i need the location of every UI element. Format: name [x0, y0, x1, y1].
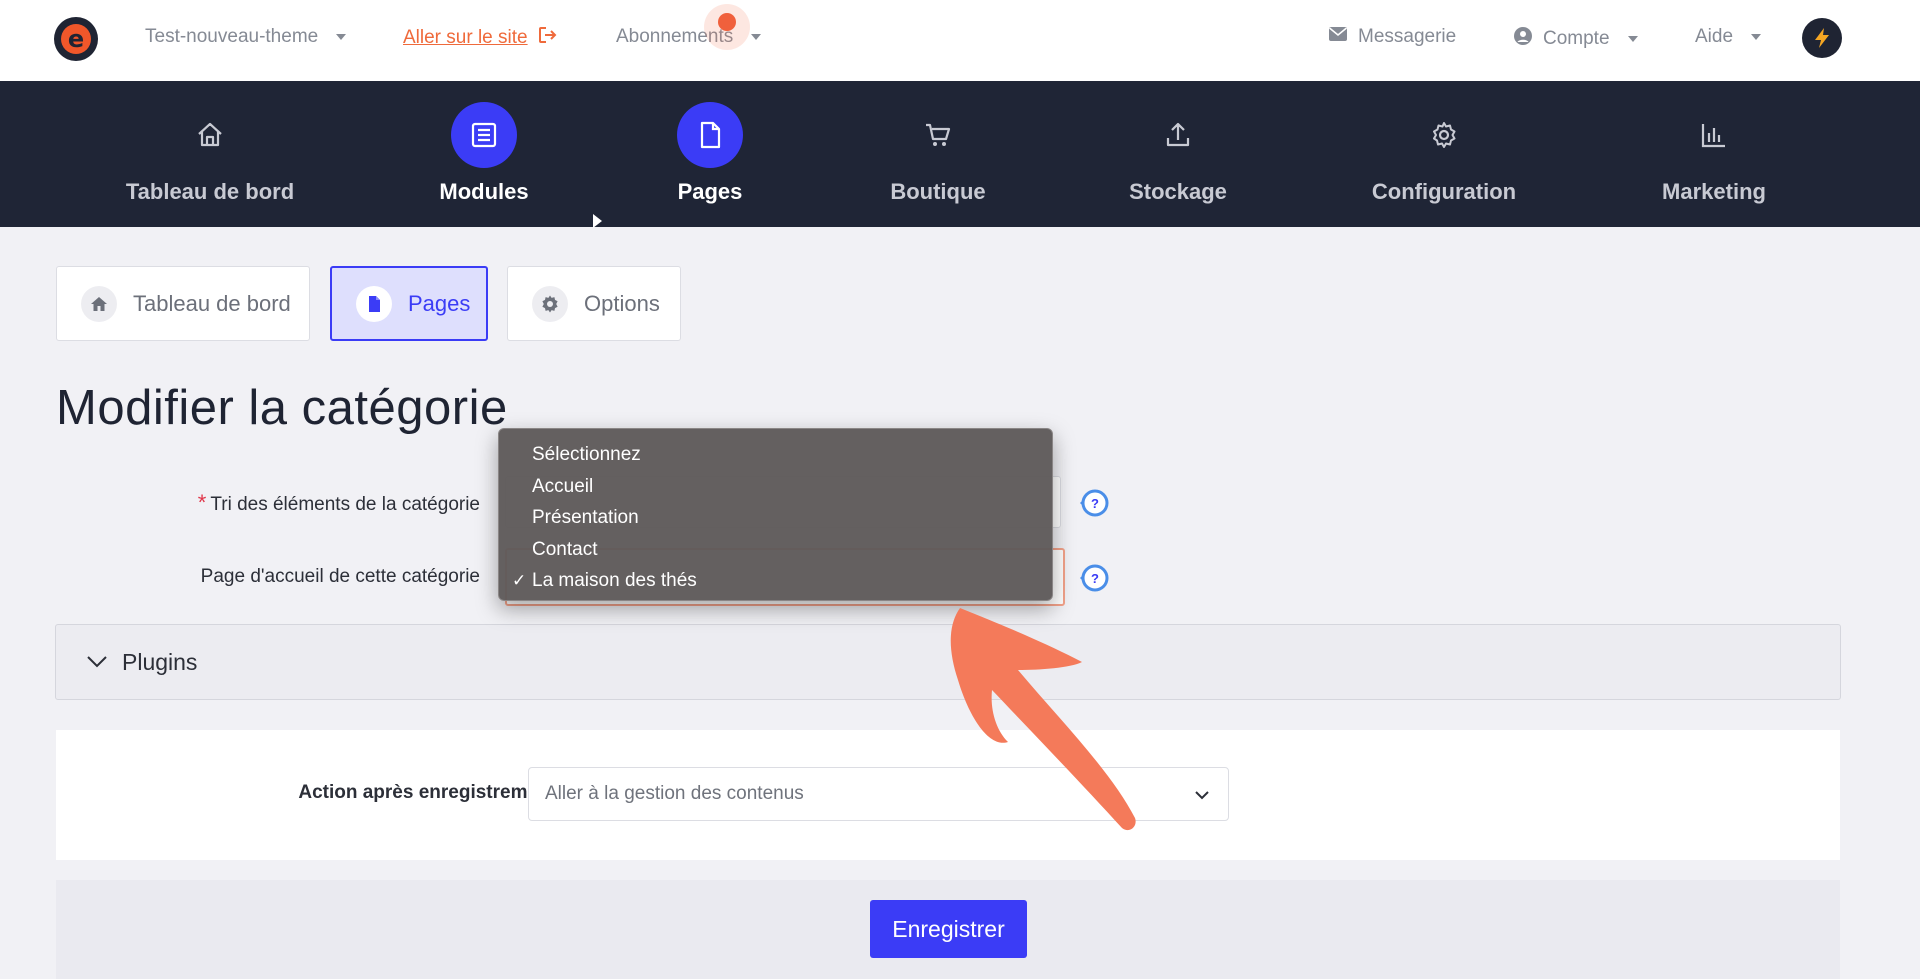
- svg-text:?: ?: [1091, 496, 1099, 511]
- help-icon[interactable]: ?: [1078, 487, 1110, 519]
- account-menu[interactable]: Compte: [1513, 26, 1638, 52]
- help-menu[interactable]: Aide: [1695, 26, 1762, 48]
- page-title: Modifier la catégorie: [56, 381, 508, 435]
- gear-icon: [532, 285, 568, 322]
- option-label: La maison des thés: [532, 570, 697, 591]
- main-navigation: Tableau de bord Modules Pages Boutique S…: [0, 81, 1920, 228]
- nav-shop[interactable]: Boutique: [818, 81, 1058, 227]
- subtab-label: Options: [584, 290, 660, 316]
- nav-label: Marketing: [1662, 179, 1766, 204]
- messaging-label: Messagerie: [1358, 26, 1457, 47]
- chevron-down-icon: [87, 656, 107, 668]
- help-icon[interactable]: ?: [1078, 562, 1110, 594]
- nav-label: Configuration: [1371, 179, 1517, 204]
- lightning-icon[interactable]: [1802, 18, 1842, 58]
- site-name: Test-nouveau-theme: [145, 26, 319, 47]
- upload-icon: [1166, 122, 1190, 147]
- app-logo[interactable]: e: [54, 17, 98, 61]
- dropdown-option-selected[interactable]: ✓ La maison des thés: [499, 565, 1052, 597]
- go-to-site-link[interactable]: Aller sur le site: [403, 26, 558, 50]
- list-icon: [471, 122, 497, 148]
- nav-modules[interactable]: Modules: [364, 81, 604, 227]
- required-marker: *: [197, 490, 207, 515]
- envelope-icon: [1328, 26, 1348, 48]
- nav-label: Modules: [439, 179, 529, 204]
- top-bar: e Test-nouveau-theme Aller sur le site A…: [0, 0, 1920, 81]
- subtab-pages[interactable]: Pages: [330, 266, 488, 341]
- nav-storage[interactable]: Stockage: [1058, 81, 1298, 227]
- file-icon: [356, 285, 392, 322]
- subtab-label: Tableau de bord: [133, 290, 291, 316]
- external-link-icon: [538, 26, 558, 50]
- option-label: Contact: [532, 538, 598, 560]
- user-icon: [1513, 26, 1533, 52]
- plugins-accordion[interactable]: Plugins: [55, 624, 1841, 700]
- option-label: Sélectionnez: [532, 444, 641, 465]
- dropdown-option[interactable]: Contact: [499, 534, 1052, 566]
- home-page-field-label: Page d'accueil de cette catégorie: [200, 566, 480, 587]
- gear-icon: [1433, 122, 1456, 148]
- chevron-down-icon: [336, 34, 347, 40]
- help-label: Aide: [1695, 26, 1734, 47]
- nav-pages[interactable]: Pages: [590, 81, 830, 227]
- dropdown-option[interactable]: Sélectionnez: [499, 439, 1052, 471]
- after-save-select[interactable]: Aller à la gestion des contenus: [528, 767, 1229, 821]
- after-save-label: Action après enregistrement: [298, 782, 556, 803]
- after-save-panel: Action après enregistrement Aller à la g…: [56, 730, 1840, 860]
- bar-chart-icon: [1701, 124, 1725, 148]
- checkmark-icon: ✓: [512, 571, 527, 590]
- chevron-down-icon: [1751, 34, 1762, 40]
- sort-field-label: * Tri des éléments de la catégorie: [150, 490, 480, 516]
- plugins-label: Plugins: [122, 648, 198, 675]
- home-icon: [198, 122, 222, 147]
- cursor-indicator-icon: [704, 4, 750, 50]
- chevron-down-icon: [1195, 791, 1209, 800]
- dropdown-option[interactable]: Présentation: [499, 502, 1052, 534]
- home-icon: [81, 285, 117, 322]
- nav-label: Boutique: [890, 179, 986, 204]
- after-save-value: Aller à la gestion des contenus: [545, 783, 804, 804]
- save-button[interactable]: Enregistrer: [870, 900, 1027, 958]
- go-to-site-text: Aller sur le site: [403, 27, 528, 48]
- option-label: Présentation: [532, 507, 639, 528]
- logo-e-icon: e: [67, 25, 85, 53]
- subtab-label: Pages: [408, 290, 471, 316]
- home-page-dropdown: Sélectionnez Accueil Présentation Contac…: [498, 428, 1053, 601]
- nav-label: Pages: [677, 179, 743, 204]
- account-label: Compte: [1543, 28, 1610, 49]
- messaging-link[interactable]: Messagerie: [1328, 26, 1456, 48]
- nav-configuration[interactable]: Configuration: [1324, 81, 1564, 227]
- cart-icon: [926, 123, 951, 146]
- nav-marketing[interactable]: Marketing: [1594, 81, 1834, 227]
- chevron-down-icon: [1627, 36, 1638, 42]
- file-icon: [700, 121, 721, 149]
- nav-label: Stockage: [1129, 179, 1227, 204]
- subtab-options[interactable]: Options: [507, 266, 681, 341]
- sort-label-text: Tri des éléments de la catégorie: [210, 494, 480, 515]
- site-selector[interactable]: Test-nouveau-theme: [145, 26, 347, 48]
- option-label: Accueil: [532, 475, 594, 497]
- nav-dashboard[interactable]: Tableau de bord: [90, 81, 330, 227]
- svg-text:?: ?: [1091, 571, 1099, 586]
- chevron-down-icon: [751, 34, 762, 40]
- nav-label: Tableau de bord: [125, 179, 295, 204]
- dropdown-option[interactable]: Accueil: [499, 471, 1052, 503]
- subtab-dashboard[interactable]: Tableau de bord: [56, 266, 310, 341]
